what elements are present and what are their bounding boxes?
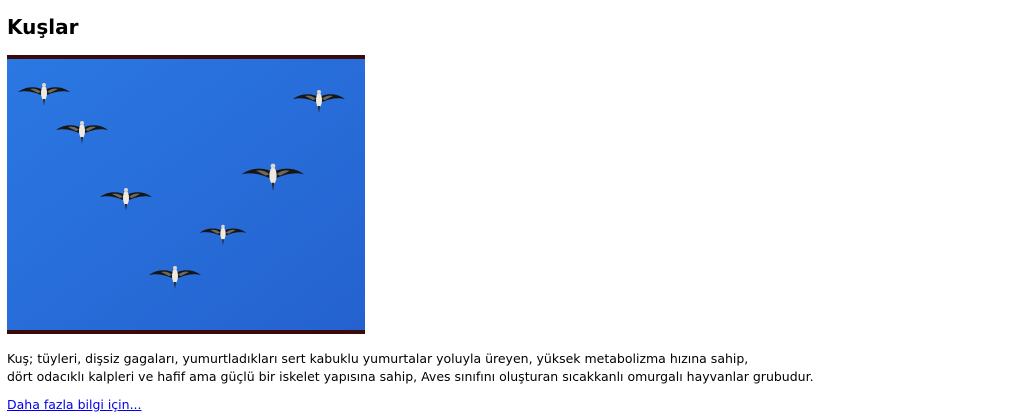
birds-photo xyxy=(7,59,365,330)
description-line-1: Kuş; tüyleri, dişsiz gagaları, yumurtlad… xyxy=(7,351,749,366)
description-line-2: dört odacıklı kalpleri ve hafif ama güçl… xyxy=(7,369,814,384)
page: Kuşlar Kuş; tüyleri, dişsiz gagaları, yu… xyxy=(0,0,1019,417)
page-title: Kuşlar xyxy=(7,15,79,39)
birds-image xyxy=(7,55,365,334)
more-info-link[interactable]: Daha fazla bilgi için... xyxy=(7,396,142,414)
description: Kuş; tüyleri, dişsiz gagaları, yumurtlad… xyxy=(7,350,1007,386)
